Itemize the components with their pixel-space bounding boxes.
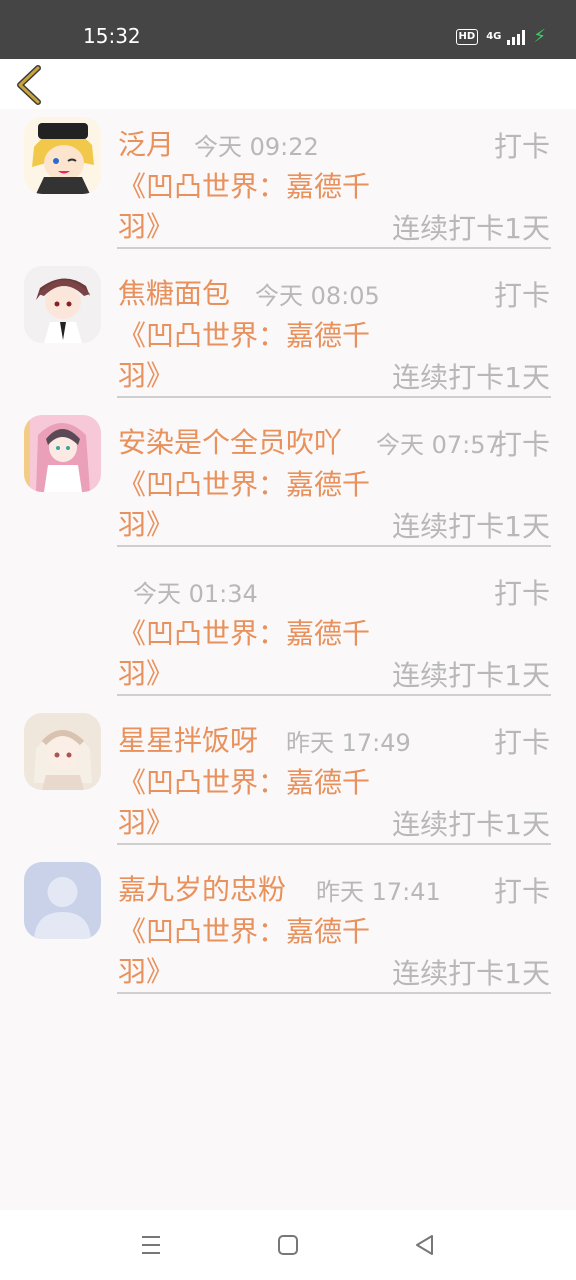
avatar[interactable] <box>24 266 101 343</box>
divider <box>117 396 551 398</box>
signal-icon <box>507 29 526 45</box>
network-type: 4G <box>486 31 502 42</box>
charging-icon: ⚡ <box>533 26 546 47</box>
user-avatar-image <box>24 266 101 343</box>
divider <box>117 992 551 994</box>
top-header <box>0 59 576 109</box>
list-item[interactable]: 泛月 今天 09:22 打卡 《凹凸世界：嘉德千羽》 连续打卡1天 <box>0 109 576 258</box>
user-name[interactable]: 嘉九岁的忠粉 <box>118 868 286 908</box>
menu-icon <box>142 1236 160 1254</box>
checkin-time: 昨天 17:49 <box>286 729 411 757</box>
user-name[interactable]: 星星拌饭呀 <box>118 719 258 759</box>
checkin-list: 泛月 今天 09:22 打卡 《凹凸世界：嘉德千羽》 连续打卡1天 焦糖面包 今… <box>0 109 576 1003</box>
list-item[interactable]: 今天 01:34 打卡 《凹凸世界：嘉德千羽》 连续打卡1天 <box>0 556 576 705</box>
user-avatar-image <box>24 415 101 492</box>
hd-icon: HD <box>455 28 479 45</box>
user-name[interactable]: 泛月 <box>118 123 174 163</box>
divider <box>117 545 551 547</box>
user-avatar-image <box>24 117 101 194</box>
checkin-time: 今天 01:34 <box>133 580 258 608</box>
checkin-tag: 打卡 <box>493 130 550 163</box>
user-name[interactable]: 焦糖面包 <box>118 272 230 312</box>
home-square-icon <box>278 1235 298 1255</box>
system-back-button[interactable] <box>412 1232 438 1258</box>
status-icons: HD 4G ⚡ <box>455 26 546 47</box>
checkin-tag: 打卡 <box>493 577 550 610</box>
streak-text: 连续打卡1天 <box>392 510 550 543</box>
streak-text: 连续打卡1天 <box>392 808 550 841</box>
checkin-time: 今天 08:05 <box>255 282 380 310</box>
streak-text: 连续打卡1天 <box>392 957 550 990</box>
chevron-left-icon <box>17 65 41 105</box>
user-name[interactable]: 安染是个全员吹吖 <box>118 421 342 461</box>
avatar[interactable] <box>24 117 101 194</box>
streak-text: 连续打卡1天 <box>392 361 550 394</box>
book-title[interactable]: 《凹凸世界：嘉德千羽》 <box>118 316 378 396</box>
menu-button[interactable] <box>138 1232 164 1258</box>
checkin-time: 今天 09:22 <box>194 133 319 161</box>
status-bar: 15:32 HD 4G ⚡ <box>0 0 576 59</box>
divider <box>117 843 551 845</box>
list-item[interactable]: 焦糖面包 今天 08:05 打卡 《凹凸世界：嘉德千羽》 连续打卡1天 <box>0 258 576 407</box>
book-title[interactable]: 《凹凸世界：嘉德千羽》 <box>118 614 378 694</box>
streak-text: 连续打卡1天 <box>392 659 550 692</box>
avatar[interactable] <box>24 415 101 492</box>
checkin-time: 今天 07:57 <box>376 431 501 459</box>
divider <box>117 694 551 696</box>
book-title[interactable]: 《凹凸世界：嘉德千羽》 <box>118 912 378 992</box>
checkin-time: 昨天 17:41 <box>316 878 441 906</box>
book-title[interactable]: 《凹凸世界：嘉德千羽》 <box>118 465 378 545</box>
back-button[interactable] <box>12 65 48 105</box>
default-avatar-icon <box>24 862 101 939</box>
back-triangle-icon <box>416 1235 433 1255</box>
status-time: 15:32 <box>83 24 141 48</box>
list-item[interactable]: 安染是个全员吹吖 今天 07:57 打卡 《凹凸世界：嘉德千羽》 连续打卡1天 <box>0 407 576 556</box>
checkin-tag: 打卡 <box>493 428 550 461</box>
user-avatar-image <box>24 713 101 790</box>
home-button[interactable] <box>275 1232 301 1258</box>
checkin-tag: 打卡 <box>493 279 550 312</box>
book-title[interactable]: 《凹凸世界：嘉德千羽》 <box>118 167 378 247</box>
checkin-tag: 打卡 <box>493 726 550 759</box>
avatar[interactable] <box>24 713 101 790</box>
system-nav-bar <box>0 1210 576 1280</box>
checkin-tag: 打卡 <box>493 875 550 908</box>
avatar[interactable] <box>24 862 101 939</box>
list-item[interactable]: 星星拌饭呀 昨天 17:49 打卡 《凹凸世界：嘉德千羽》 连续打卡1天 <box>0 705 576 854</box>
list-item[interactable]: 嘉九岁的忠粉 昨天 17:41 打卡 《凹凸世界：嘉德千羽》 连续打卡1天 <box>0 854 576 1003</box>
streak-text: 连续打卡1天 <box>392 212 550 245</box>
divider <box>117 247 551 249</box>
book-title[interactable]: 《凹凸世界：嘉德千羽》 <box>118 763 378 843</box>
